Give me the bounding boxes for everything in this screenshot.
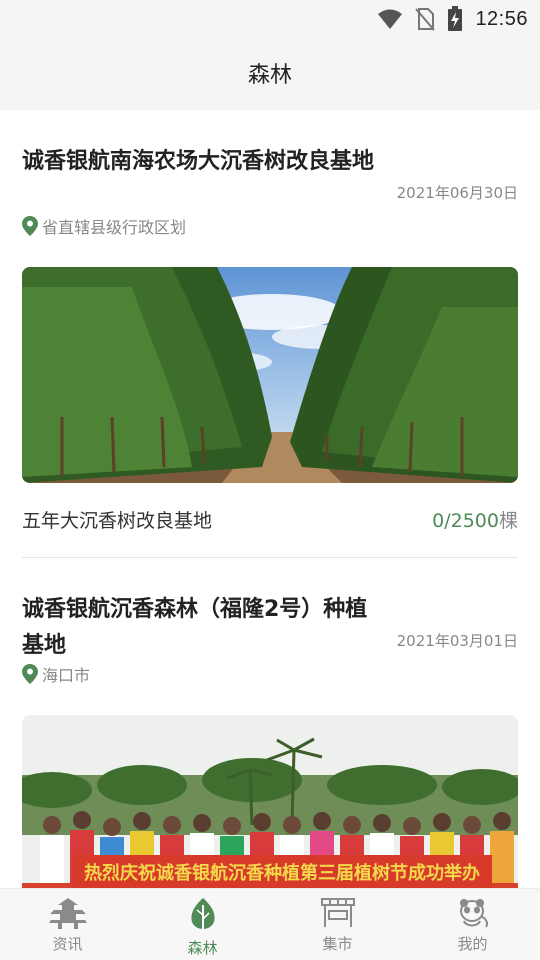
nav-item-market[interactable]: 集市 [270, 889, 405, 960]
location-pin-icon [22, 664, 38, 684]
nav-label-forest: 森林 [187, 939, 218, 957]
status-bar: 12:56 [0, 0, 540, 36]
title-bar: 森林 [0, 36, 540, 110]
location-pin-icon [22, 216, 38, 236]
wifi-icon [378, 9, 403, 29]
photo-banner-text: 热烈庆祝诚香银航沉香种植第三届植树节成功举办 [84, 862, 480, 884]
tree-count: 0/2500棵 [432, 506, 518, 533]
tree-count-value: 0/2500 [432, 510, 499, 532]
forest-card[interactable]: 诚香银航沉香森林（福隆2号）种植基地 2021年03月01日 海口市 热烈庆祝诚… [0, 558, 540, 888]
nav-item-news[interactable]: 资讯 [0, 889, 135, 960]
battery-charging-icon [448, 6, 463, 31]
nav-label-market: 集市 [322, 935, 353, 953]
tree-count-unit: 棵 [498, 510, 518, 532]
card-title: 诚香银航南海农场大沉香树改良基地 [22, 149, 375, 174]
bottom-nav: 资讯 森林 集市 我的 [0, 888, 540, 960]
card-date: 2021年03月01日 [396, 632, 518, 650]
nav-item-me[interactable]: 我的 [405, 889, 540, 960]
location-text: 海口市 [42, 666, 91, 685]
forest-card[interactable]: 诚香银航南海农场大沉香树改良基地 2021年06月30日 省直辖县级行政区划 五… [0, 110, 540, 558]
market-stall-icon [320, 898, 355, 927]
location-text: 省直辖县级行政区划 [42, 218, 187, 237]
pagoda-icon [48, 898, 87, 929]
forest-feed[interactable]: 诚香银航南海农场大沉香树改良基地 2021年06月30日 省直辖县级行政区划 五… [0, 110, 540, 888]
forest-trees-photo[interactable] [22, 267, 518, 483]
nav-label-me: 我的 [457, 935, 488, 953]
nav-item-forest[interactable]: 森林 [135, 889, 270, 960]
status-icons: 12:56 [377, 6, 528, 32]
card-title: 诚香银航沉香森林（福隆2号）种植基地 [22, 597, 368, 658]
nav-label-news: 资讯 [52, 935, 83, 953]
panda-icon [459, 899, 488, 928]
page-title: 森林 [247, 63, 292, 88]
group-photo-with-banner[interactable]: 热烈庆祝诚香银航沉香种植第三届植树节成功举办 [22, 715, 518, 888]
card-location: 海口市 [22, 662, 90, 686]
card-date: 2021年06月30日 [396, 184, 518, 202]
card-location: 省直辖县级行政区划 [22, 214, 186, 238]
leaf-icon [190, 898, 215, 933]
card-subtitle: 五年大沉香树改良基地 [22, 510, 213, 532]
status-time: 12:56 [475, 7, 528, 30]
no-sim-icon [415, 8, 436, 31]
